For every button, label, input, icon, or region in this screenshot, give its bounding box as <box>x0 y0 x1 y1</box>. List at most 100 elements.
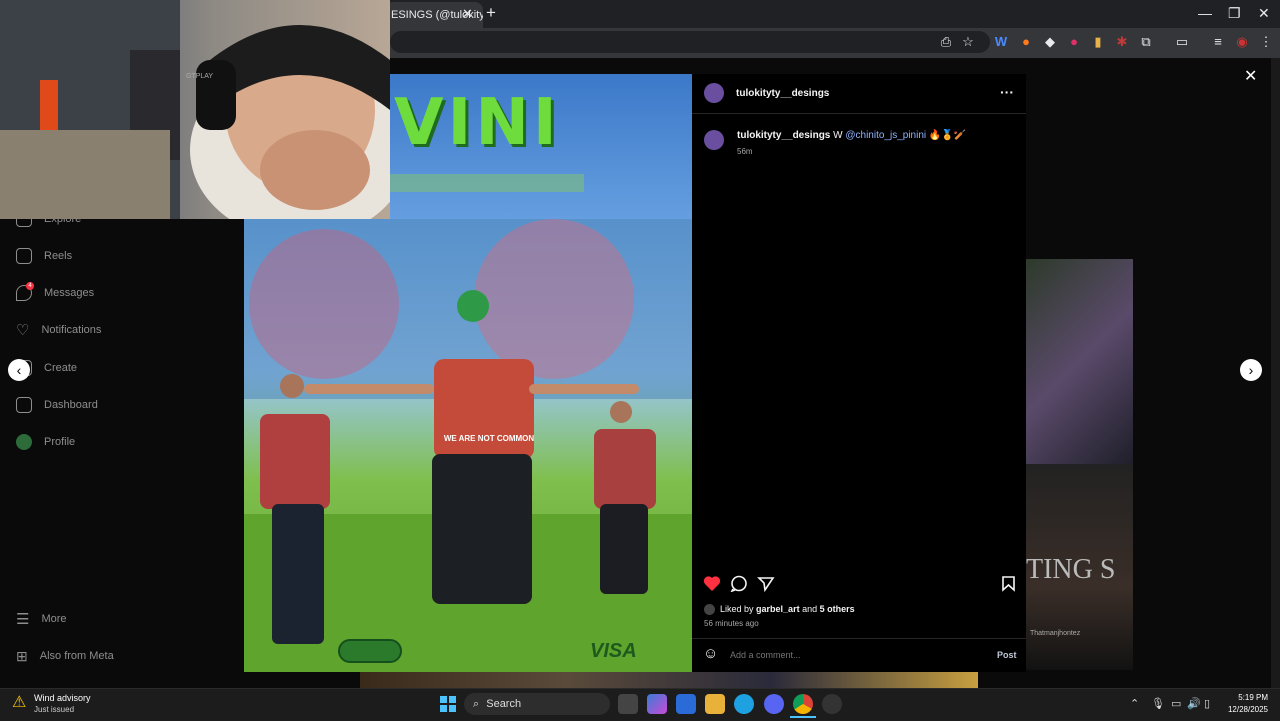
search-icon: ⌕ <box>473 698 480 710</box>
extension-gold-icon[interactable]: ▮ <box>1090 34 1106 50</box>
dashboard-icon <box>16 397 32 413</box>
sidebar-item-label: Reels <box>44 250 73 262</box>
weather-title[interactable]: Wind advisory <box>34 693 91 703</box>
heart-icon: ♡ <box>16 322 30 339</box>
sidebar-item-label: Create <box>44 362 78 374</box>
windows-start-icon[interactable] <box>440 696 456 712</box>
thumbnail-text: TING S <box>1026 554 1116 585</box>
liked-by-label: Liked by <box>720 604 754 614</box>
extension-bug-icon[interactable]: ✱ <box>1114 34 1130 50</box>
divider <box>692 638 1026 639</box>
liker-avatar <box>704 604 715 615</box>
sidebar-item-dashboard[interactable]: Dashboard <box>16 387 98 423</box>
caption-mention[interactable]: @chinito_js_pinini <box>845 130 926 141</box>
extensions-puzzle-icon[interactable]: ⧉ <box>1138 34 1154 50</box>
reels-icon <box>16 248 32 264</box>
clock-date[interactable]: 12/28/2025 <box>1218 705 1268 714</box>
bookmark-star-icon[interactable]: ☆ <box>960 34 976 50</box>
sidebar-item-reels[interactable]: Reels <box>16 238 72 274</box>
sidebar-item-label: Also from Meta <box>39 650 114 662</box>
app-icon[interactable] <box>822 694 842 714</box>
liked-by-user[interactable]: garbel_art <box>756 604 800 614</box>
taskbar-search[interactable]: ⌕ Search <box>464 693 610 715</box>
image-shirt-text: WE ARE NOT COMMON <box>443 434 535 443</box>
save-bookmark-icon[interactable] <box>1001 575 1016 592</box>
liked-by-and: and <box>802 604 818 614</box>
prev-post-button[interactable]: ‹ <box>8 359 30 381</box>
weather-warning-icon[interactable]: ⚠ <box>12 692 26 712</box>
new-tab-button[interactable]: + <box>486 3 496 23</box>
restore-button[interactable]: ❐ <box>1228 5 1241 22</box>
discord-icon[interactable] <box>764 694 784 714</box>
share-icon[interactable] <box>757 575 775 592</box>
more-options-icon[interactable]: ··· <box>1000 84 1014 100</box>
taskbar <box>0 688 1280 721</box>
grid-thumbnail[interactable]: TING S Thatmanjhontez <box>1026 464 1133 670</box>
copilot-icon[interactable] <box>647 694 667 714</box>
headset-brand-text: GTPLAY <box>186 73 214 80</box>
network-icon[interactable]: ▭ <box>1171 697 1181 710</box>
address-bar[interactable] <box>390 31 990 53</box>
emoji-icon[interactable]: ☺ <box>703 645 718 662</box>
tab-close-icon[interactable]: ✕ <box>462 6 473 22</box>
sidebar-also-from-meta[interactable]: ⊞ Also from Meta <box>16 638 114 674</box>
sidebar-item-profile[interactable]: Profile <box>16 424 75 460</box>
minimize-button[interactable]: — <box>1198 5 1212 21</box>
extension-diamond-icon[interactable]: ◆ <box>1042 34 1058 50</box>
liked-by-others[interactable]: 5 others <box>820 604 855 614</box>
post-timestamp: 56 minutes ago <box>704 619 759 628</box>
extension-red-icon[interactable]: ● <box>1066 34 1082 50</box>
install-icon[interactable]: ⎙ <box>938 34 954 50</box>
weather-subtitle: Just issued <box>34 705 75 714</box>
extension-fox-icon[interactable]: ● <box>1018 34 1034 50</box>
sidebar-item-label: Messages <box>44 287 95 299</box>
mail-icon[interactable] <box>676 694 696 714</box>
post-caption: tulokityty__desings W @chinito_js_pinini… <box>737 130 966 141</box>
close-modal-icon[interactable]: ✕ <box>1244 66 1257 86</box>
comment-icon[interactable] <box>730 575 748 592</box>
grid-thumbnail[interactable] <box>1026 259 1133 464</box>
caption-username[interactable]: tulokityty__desings <box>737 130 830 141</box>
caption-emojis: 🔥🏅🏏 <box>928 130 967 141</box>
sidebar-item-messages[interactable]: Messages <box>16 275 94 311</box>
thumbnail-caption: Thatmanjhontez <box>1030 630 1081 637</box>
avatar[interactable] <box>704 130 724 150</box>
like-heart-icon[interactable] <box>703 575 721 592</box>
volume-icon[interactable]: 🔊 <box>1187 697 1201 710</box>
next-post-button[interactable]: › <box>1240 359 1262 381</box>
chrome-icon[interactable] <box>793 694 813 714</box>
tray-chevron-icon[interactable]: ⌃ <box>1130 697 1139 710</box>
image-visa-text: VISA <box>590 640 637 662</box>
sidebar-item-label: Notifications <box>41 324 102 336</box>
image-title-text: VINI <box>394 86 561 160</box>
caption-text: W <box>833 130 843 141</box>
sidebar-item-notifications[interactable]: ♡ Notifications <box>16 312 101 348</box>
battery-icon[interactable]: ▯ <box>1204 697 1210 710</box>
grid-thumbnail-row <box>360 672 978 688</box>
microphone-icon[interactable]: 🎙 <box>1151 697 1165 710</box>
post-comment-button[interactable]: Post <box>997 650 1017 660</box>
file-explorer-icon[interactable] <box>705 694 725 714</box>
post-header-username[interactable]: tulokityty__desings <box>736 88 829 99</box>
media-icon[interactable]: ≡ <box>1210 34 1226 50</box>
edge-icon[interactable] <box>734 694 754 714</box>
profile-avatar-icon[interactable]: ◉ <box>1234 34 1250 50</box>
menu-kebab-icon[interactable]: ⋮ <box>1258 34 1274 50</box>
sidebar-more[interactable]: ☰ More <box>16 601 67 637</box>
sidepanel-icon[interactable]: ▭ <box>1174 34 1190 50</box>
task-view-icon[interactable] <box>618 694 638 714</box>
comment-input[interactable] <box>728 646 982 664</box>
avatar[interactable] <box>704 83 724 103</box>
sidebar-item-label: Profile <box>44 436 76 448</box>
scrollbar[interactable] <box>1271 58 1280 688</box>
hamburger-icon: ☰ <box>16 611 30 628</box>
extension-w-icon[interactable]: W <box>993 34 1009 50</box>
active-app-indicator <box>790 716 816 718</box>
clock-time[interactable]: 5:19 PM <box>1226 693 1268 702</box>
messages-badge: 4 <box>26 282 34 290</box>
profile-icon <box>16 434 32 450</box>
search-label: Search <box>486 698 522 710</box>
close-window-button[interactable]: ✕ <box>1258 5 1270 22</box>
divider <box>692 113 1026 114</box>
caption-time: 56m <box>737 147 753 156</box>
